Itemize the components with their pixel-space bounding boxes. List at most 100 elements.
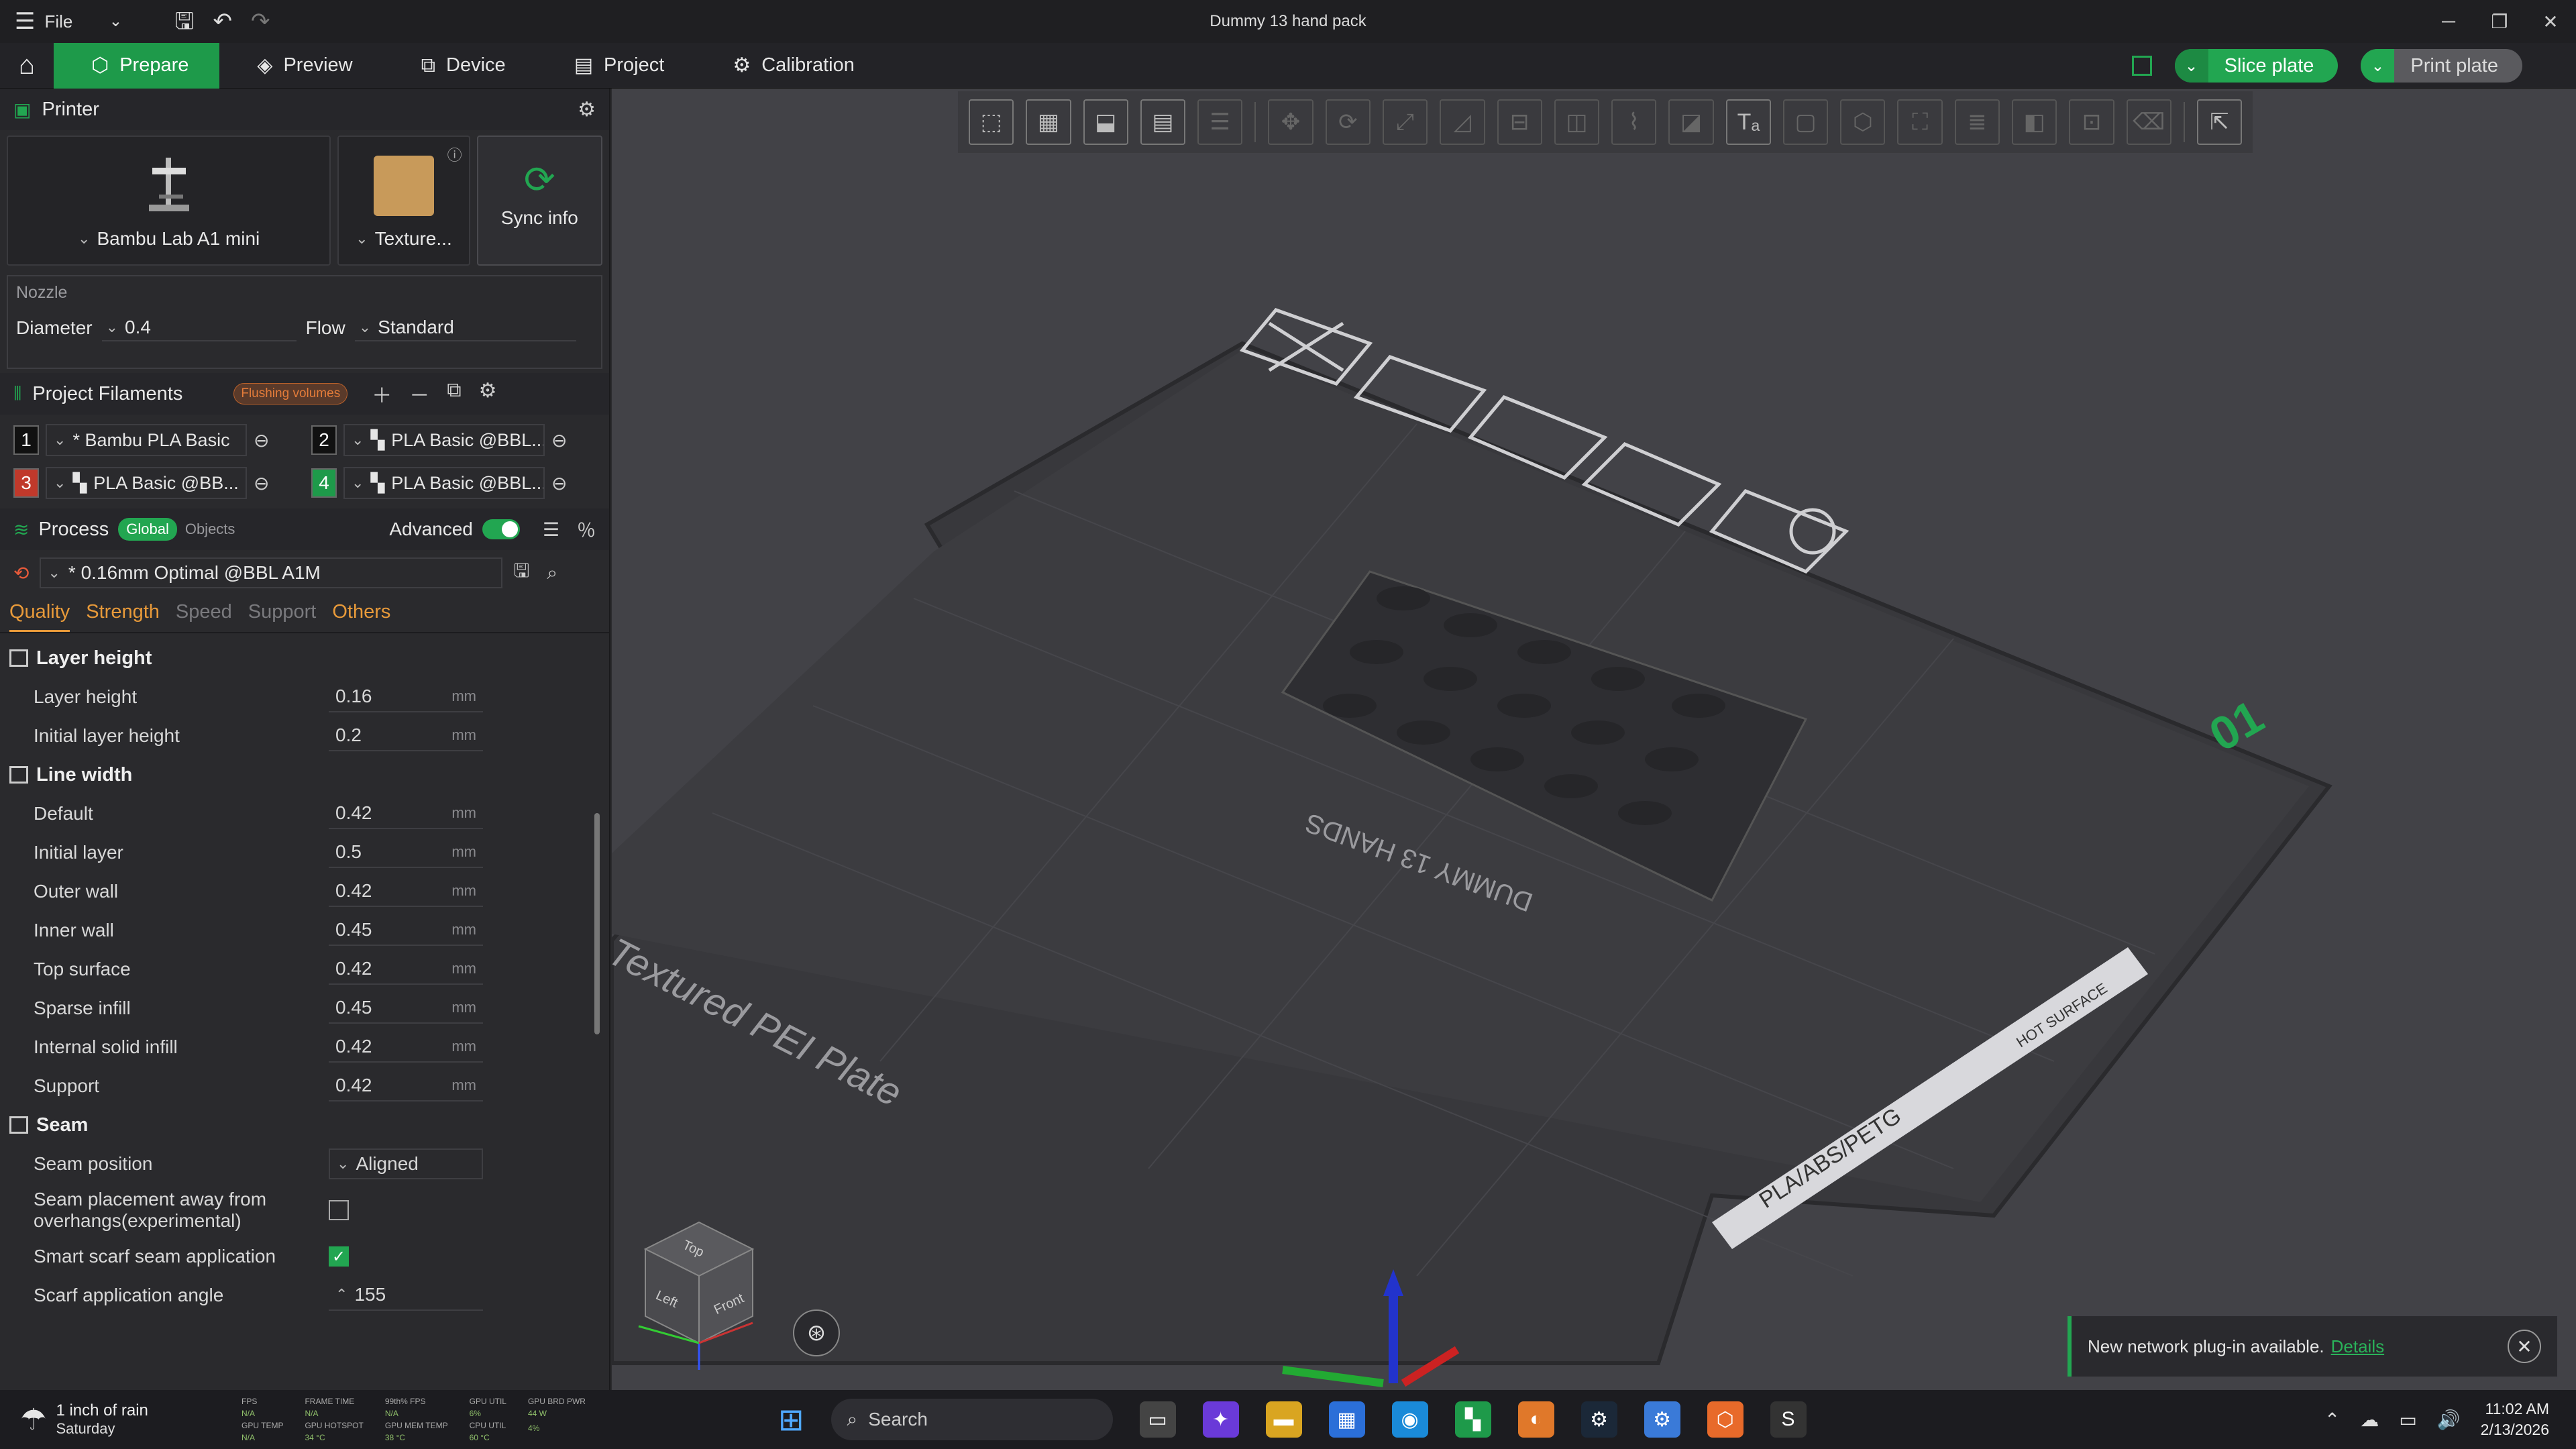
split-icon[interactable]: ☰	[1197, 99, 1243, 145]
remove-icon[interactable]: －	[409, 379, 429, 409]
flow-select[interactable]: ⌄ Standard	[354, 315, 576, 341]
seam-position-select[interactable]: ⌄ Aligned	[329, 1148, 483, 1179]
volume-icon[interactable]: 🔊	[2437, 1409, 2461, 1431]
advanced-toggle[interactable]	[482, 519, 520, 539]
print-plate-button[interactable]: ⌄ Print plate	[2361, 49, 2522, 83]
setting-input[interactable]: 0.42 mm	[329, 954, 483, 985]
chevron-down-icon[interactable]: ⌄	[109, 13, 122, 30]
place-icon[interactable]: ⊡	[2069, 99, 2114, 145]
save-preset-icon[interactable]: 🖫	[513, 557, 529, 589]
layers-icon[interactable]: ≣	[1954, 99, 2000, 145]
filament-select[interactable]: ⌄ ▚ PLA Basic @BB...	[46, 467, 247, 499]
filament-item[interactable]: 3 ⌄ ▚ PLA Basic @BB... ⊖	[13, 467, 298, 499]
compare-icon[interactable]: ％	[577, 516, 596, 543]
undo-icon[interactable]: ↶	[213, 10, 232, 33]
spinner-icon[interactable]: ⌃	[335, 1286, 347, 1303]
setting-input[interactable]: 0.16 mm	[329, 682, 483, 712]
support-paint-icon[interactable]: ⌇	[1611, 99, 1657, 145]
setting-input[interactable]: 0.45 mm	[329, 993, 483, 1024]
svg-icon[interactable]: ▢	[1782, 99, 1829, 145]
blender-icon[interactable]: ◐	[1517, 1401, 1554, 1438]
filament-sync-icon[interactable]: ⧉	[447, 379, 461, 409]
assembly-icon[interactable]: ⛶	[1897, 99, 1943, 145]
sync-info-button[interactable]: ⟳ Sync info	[476, 136, 602, 266]
scarf-angle-input[interactable]: ⌃ 155	[329, 1280, 483, 1311]
file-explorer-icon[interactable]: ▬	[1265, 1401, 1302, 1438]
display-icon[interactable]: ▭	[2399, 1409, 2416, 1431]
setting-input[interactable]: 0.5 mm	[329, 837, 483, 868]
settings-icon[interactable]: ⚙	[1644, 1401, 1680, 1438]
more-icon[interactable]: ⊖	[551, 472, 567, 494]
steam-icon[interactable]: ⚙	[1580, 1401, 1617, 1438]
scope-global[interactable]: Global	[118, 518, 177, 541]
chevron-down-icon[interactable]: ⌄	[2174, 49, 2208, 83]
weather-widget[interactable]: ☂ 1 inch of rain Saturday	[0, 1401, 241, 1438]
layout-toggle-icon[interactable]	[2131, 56, 2152, 76]
network-icon[interactable]: ☁	[2360, 1409, 2379, 1431]
slice-plate-button[interactable]: ⌄ Slice plate	[2174, 49, 2339, 83]
diameter-select[interactable]: ⌄ 0.4	[101, 315, 297, 341]
filament-item[interactable]: 1 ⌄ * Bambu PLA Basic ⊖	[13, 424, 298, 456]
close-window-button[interactable]: ✕	[2525, 0, 2576, 43]
scope-objects[interactable]: Objects	[177, 518, 244, 541]
windows-start-icon[interactable]: ⊞	[778, 1401, 804, 1438]
process-scope-toggle[interactable]: Global Objects	[118, 518, 243, 541]
tab-calibration[interactable]: ⚙ Calibration	[695, 43, 885, 89]
list-icon[interactable]: ☰	[543, 519, 559, 541]
setting-input[interactable]: 0.45 mm	[329, 915, 483, 946]
home-button[interactable]: ⌂	[0, 43, 54, 89]
close-icon[interactable]: ✕	[2508, 1330, 2541, 1363]
setting-input[interactable]: 0.2 mm	[329, 720, 483, 751]
eraser-icon[interactable]: ⌫	[2126, 99, 2171, 145]
scale-icon[interactable]: ⤢	[1382, 99, 1428, 145]
edge-icon[interactable]: ◉	[1391, 1401, 1428, 1438]
rotate-icon[interactable]: ⟳	[1325, 99, 1371, 145]
copilot-icon[interactable]: ✦	[1202, 1401, 1239, 1438]
tab-preview[interactable]: ◈ Preview	[219, 43, 383, 89]
gear-icon[interactable]: ⚙	[479, 379, 497, 409]
slicer-app-icon[interactable]: S	[1770, 1401, 1807, 1438]
taskbar-search[interactable]: ⌕ Search	[830, 1399, 1113, 1440]
orange-app-icon[interactable]: ⬡	[1707, 1401, 1743, 1438]
variable-layer-icon[interactable]: ◧	[2012, 99, 2057, 145]
filament-select[interactable]: ⌄ ▚ PLA Basic @BBL...	[343, 467, 545, 499]
filament-select[interactable]: ⌄ ▚ PLA Basic @BBL...	[343, 424, 545, 456]
task-view-icon[interactable]: ▭	[1139, 1401, 1176, 1438]
tab-strength[interactable]: Strength	[86, 601, 160, 632]
plate-selector[interactable]: ⓘ ⌄ Texture...	[337, 136, 470, 266]
tab-project[interactable]: ▤ Project	[537, 43, 696, 89]
bambu-studio-icon[interactable]: ▚	[1454, 1401, 1491, 1438]
clock[interactable]: 11:02 AM 2/13/2026	[2481, 1400, 2549, 1439]
chevron-up-icon[interactable]: ⌃	[2324, 1409, 2340, 1431]
tab-others[interactable]: Others	[332, 601, 390, 632]
flushing-volumes-button[interactable]: Flushing volumes	[233, 383, 348, 405]
boolean-icon[interactable]: ◫	[1554, 99, 1600, 145]
minimize-button[interactable]: ─	[2423, 0, 2474, 43]
tab-quality[interactable]: Quality	[9, 601, 70, 632]
arrange-icon[interactable]: ▤	[1140, 99, 1186, 145]
store-icon[interactable]: ▦	[1328, 1401, 1365, 1438]
tab-support[interactable]: Support	[248, 601, 317, 632]
setting-input[interactable]: 0.42 mm	[329, 1071, 483, 1102]
file-menu[interactable]: ☰ File ⌄	[15, 10, 123, 33]
tab-speed[interactable]: Speed	[176, 601, 232, 632]
reset-icon[interactable]: ⟲	[13, 562, 29, 584]
cut-icon[interactable]: ⊟	[1497, 99, 1542, 145]
filament-item[interactable]: 2 ⌄ ▚ PLA Basic @BBL... ⊖	[311, 424, 596, 456]
printer-selector[interactable]: ⌄ Bambu Lab A1 mini	[7, 136, 331, 266]
tab-prepare[interactable]: ⬡ Prepare	[54, 42, 220, 89]
setting-input[interactable]: 0.42 mm	[329, 1032, 483, 1063]
gear-icon[interactable]: ⚙	[578, 98, 596, 121]
auto-orient-icon[interactable]: ⬓	[1083, 99, 1128, 145]
search-icon[interactable]: ⌕	[547, 562, 557, 584]
more-icon[interactable]: ⊖	[254, 429, 269, 451]
lay-on-face-icon[interactable]: ◿	[1440, 99, 1485, 145]
3d-viewport[interactable]: DUMMY 13 HANDS Textured PEI Plate 01 PLA…	[612, 89, 2576, 1390]
view-cube[interactable]: Top Left Front	[632, 1216, 766, 1377]
add-object-icon[interactable]: ⬚	[969, 99, 1014, 145]
setting-input[interactable]: 0.42 mm	[329, 876, 483, 907]
filament-select[interactable]: ⌄ * Bambu PLA Basic	[46, 424, 247, 456]
restore-button[interactable]: ❐	[2474, 0, 2525, 43]
toast-details-link[interactable]: Details	[2331, 1336, 2384, 1357]
add-plate-icon[interactable]: ▦	[1026, 99, 1071, 145]
